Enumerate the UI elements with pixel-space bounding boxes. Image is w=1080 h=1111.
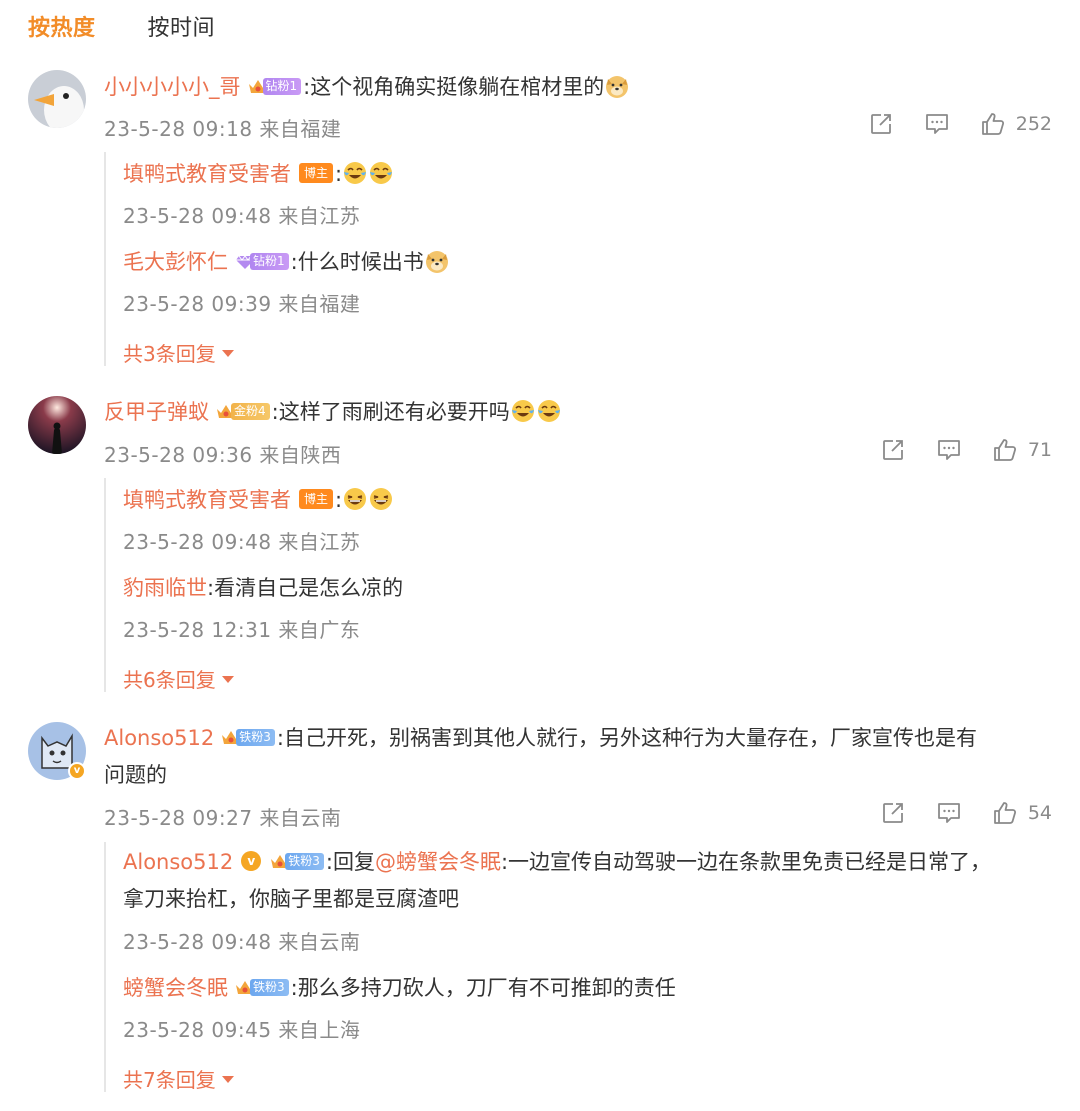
comment-text: :自己开死，别祸害到其他人就行，另外这种行为大量存在，厂家宣传也是有 xyxy=(276,726,977,750)
comment-content: 小小小小小_哥 钻粉1:这个视角确实挺像躺在棺材里的 xyxy=(104,69,1050,106)
reply-meta: 23-5-28 09:48 来自江苏 xyxy=(123,204,361,228)
fan-badge[interactable]: 铁粉3 xyxy=(234,977,289,998)
comment-button[interactable] xyxy=(936,800,962,826)
reply-list: 填鸭式教育受害者 博主: 23-5-28 09:48 来自江苏 毛大彭怀仁 钻粉1:… xyxy=(104,152,1054,366)
comment-content: 反甲子弹蚁 金粉4:这样了雨刷还有必要开吗 xyxy=(104,394,1050,431)
fan-badge[interactable]: 钻粉1 xyxy=(234,251,289,272)
comment-meta: 23-5-28 09:18 来自福建 xyxy=(104,117,342,141)
verified-icon: v xyxy=(68,762,86,780)
username[interactable]: 反甲子弹蚁 xyxy=(104,400,209,424)
reply-list: 填鸭式教育受害者 博主: 23-5-28 09:48 来自江苏 豹雨临世:看清自己… xyxy=(104,478,1054,692)
reply-content: Alonso512 v 铁粉3:回复@螃蟹会冬眠:一边宣传自动驾驶一边在条款里免责已… xyxy=(123,850,992,874)
comment-button[interactable] xyxy=(936,437,962,463)
comment-meta: 23-5-28 09:36 来自陕西 xyxy=(104,443,342,467)
avatar-goose-image xyxy=(28,70,86,128)
laugh-cry-emoji xyxy=(342,160,368,186)
comment-content: Alonso512 铁粉3:自己开死，别祸害到其他人就行，另外这种行为大量存在，厂… xyxy=(104,720,1050,757)
like-count: 252 xyxy=(1015,113,1052,135)
avatar[interactable] xyxy=(28,70,86,128)
share-icon xyxy=(882,803,903,823)
more-replies-link[interactable]: 共3条回复 xyxy=(123,338,234,367)
laugh-cry-emoji xyxy=(536,398,562,424)
doge-emoji xyxy=(604,73,630,99)
comment-actions: 54 xyxy=(880,800,1052,826)
caret-down-icon xyxy=(221,350,234,357)
reply-content-continued: 拿刀来抬杠，你脑子里都是豆腐渣吧 xyxy=(123,887,459,911)
comment-actions: 252 xyxy=(868,111,1052,137)
reply-meta: 23-5-28 09:45 来自上海 xyxy=(123,1018,361,1042)
doge-emoji xyxy=(424,248,450,274)
reply-meta: 23-5-28 12:31 来自广东 xyxy=(123,618,361,642)
avatar[interactable] xyxy=(28,396,86,454)
username[interactable]: 豹雨临世 xyxy=(123,576,207,600)
share-button[interactable] xyxy=(880,437,906,463)
avatar-night-image xyxy=(28,396,86,454)
laugh-cry-emoji xyxy=(510,398,536,424)
username[interactable]: 填鸭式教育受害者 xyxy=(123,488,291,512)
reply-meta: 23-5-28 09:39 来自福建 xyxy=(123,292,361,316)
comment-button[interactable] xyxy=(924,111,950,137)
share-icon xyxy=(882,440,903,460)
reply-content: 豹雨临世:看清自己是怎么凉的 xyxy=(123,576,404,600)
comment-text: :这个视角确实挺像躺在棺材里的 xyxy=(303,75,605,99)
more-replies-link[interactable]: 共7条回复 xyxy=(123,1064,234,1093)
comment-text: :这样了雨刷还有必要开吗 xyxy=(271,400,510,424)
reply-content: 填鸭式教育受害者 博主: xyxy=(123,482,1044,519)
like-button[interactable]: 252 xyxy=(980,111,1052,137)
fan-badge[interactable]: 金粉4 xyxy=(215,401,270,422)
username[interactable]: Alonso512 xyxy=(104,726,214,750)
laugh-cry-emoji xyxy=(368,160,394,186)
like-button[interactable]: 54 xyxy=(992,800,1052,826)
fan-badge[interactable]: 铁粉3 xyxy=(220,727,275,748)
verified-icon: v xyxy=(241,851,262,871)
laughing-emoji xyxy=(368,486,394,512)
fan-badge[interactable]: 钻粉1 xyxy=(247,76,302,97)
thumbs-up-icon xyxy=(993,439,1016,461)
comment-actions: 71 xyxy=(880,437,1052,463)
username[interactable]: 小小小小小_哥 xyxy=(104,75,241,99)
thumbs-up-icon xyxy=(993,802,1016,824)
host-badge: 博主 xyxy=(299,163,334,183)
like-button[interactable]: 71 xyxy=(992,437,1052,463)
thumbs-up-icon xyxy=(981,113,1004,135)
username[interactable]: 螃蟹会冬眠 xyxy=(123,976,228,1000)
caret-down-icon xyxy=(221,676,234,683)
comment-icon xyxy=(925,114,948,134)
share-button[interactable] xyxy=(868,111,894,137)
mention-link[interactable]: @螃蟹会冬眠 xyxy=(375,850,501,874)
sort-tabs: 按热度 按时间 xyxy=(28,8,215,44)
share-icon xyxy=(870,114,891,134)
comment-meta: 23-5-28 09:27 来自云南 xyxy=(104,806,342,830)
username[interactable]: 毛大彭怀仁 xyxy=(123,250,228,274)
like-count: 54 xyxy=(1027,802,1052,824)
share-button[interactable] xyxy=(880,800,906,826)
caret-down-icon xyxy=(221,1076,234,1083)
reply-content: 填鸭式教育受害者 博主: xyxy=(123,156,1044,193)
reply-meta: 23-5-28 09:48 来自江苏 xyxy=(123,530,361,554)
fan-badge[interactable]: 铁粉3 xyxy=(269,851,324,872)
host-badge: 博主 xyxy=(299,489,334,509)
tab-by-time[interactable]: 按时间 xyxy=(148,10,216,42)
reply-meta: 23-5-28 09:48 来自云南 xyxy=(123,930,361,954)
reply-content: 螃蟹会冬眠 铁粉3:那么多持刀砍人，刀厂有不可推卸的责任 xyxy=(123,976,676,1000)
username[interactable]: 填鸭式教育受害者 xyxy=(123,162,291,186)
tab-by-hot[interactable]: 按热度 xyxy=(28,10,96,42)
reply-content: 毛大彭怀仁 钻粉1:什么时候出书 xyxy=(123,244,1044,281)
like-count: 71 xyxy=(1027,439,1052,461)
reply-list: Alonso512 v 铁粉3:回复@螃蟹会冬眠:一边宣传自动驾驶一边在条款里免责已… xyxy=(104,842,1054,1092)
username[interactable]: Alonso512 xyxy=(123,850,233,874)
more-replies-link[interactable]: 共6条回复 xyxy=(123,664,234,693)
comment-icon xyxy=(937,440,960,460)
laughing-emoji xyxy=(342,486,368,512)
comment-content-continued: 问题的 xyxy=(104,763,167,787)
comment-icon xyxy=(937,803,960,823)
